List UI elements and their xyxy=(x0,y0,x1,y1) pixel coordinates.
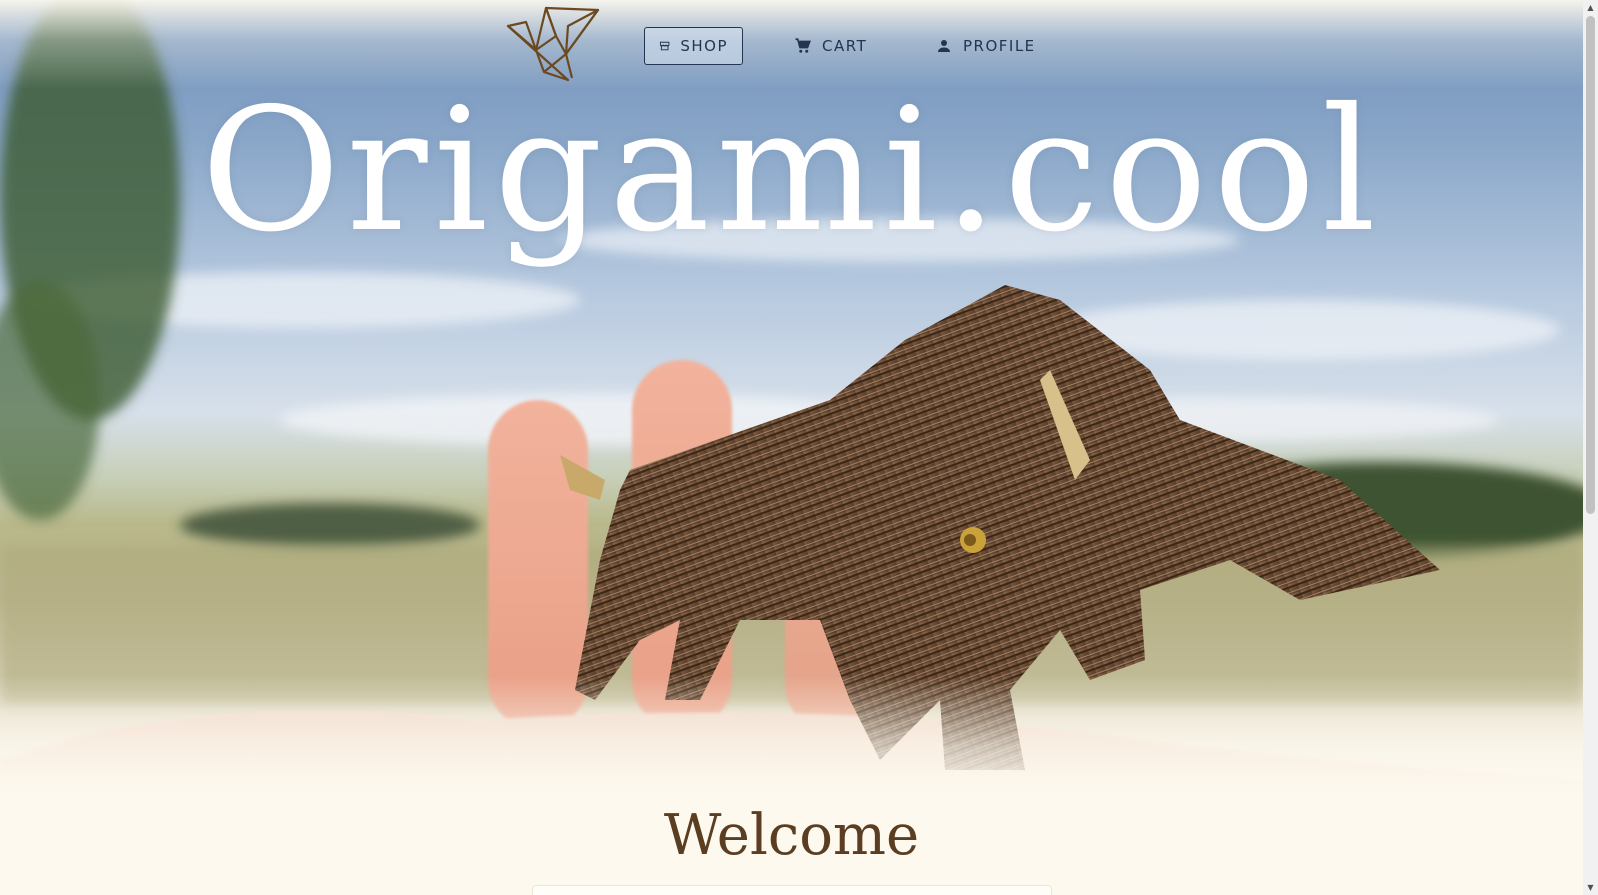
scroll-down-arrow-icon[interactable]: ▼ xyxy=(1583,880,1598,895)
shopping-cart-icon xyxy=(795,38,811,53)
scrollbar-thumb[interactable] xyxy=(1586,16,1595,514)
page: SHOP CART PROFILE Origami.cool Welcome xyxy=(0,0,1583,895)
nav-cart-button[interactable]: CART xyxy=(794,27,894,65)
person-icon xyxy=(938,40,950,52)
content-card xyxy=(532,885,1052,895)
nav-profile-label: PROFILE xyxy=(963,37,1036,55)
nav-shop-button[interactable]: SHOP xyxy=(644,27,743,65)
storefront-icon xyxy=(659,41,670,51)
welcome-heading: Welcome xyxy=(663,803,920,868)
scroll-up-arrow-icon[interactable]: ▲ xyxy=(1583,0,1598,15)
nav-profile-button[interactable]: PROFILE xyxy=(935,27,1055,65)
vertical-scrollbar[interactable]: ▲ ▼ xyxy=(1583,0,1598,895)
nav-cart-label: CART xyxy=(822,37,868,55)
site-title: Origami.cool xyxy=(200,72,1383,270)
hero-bottom-fade xyxy=(0,675,1583,795)
nav-shop-label: SHOP xyxy=(680,37,728,55)
